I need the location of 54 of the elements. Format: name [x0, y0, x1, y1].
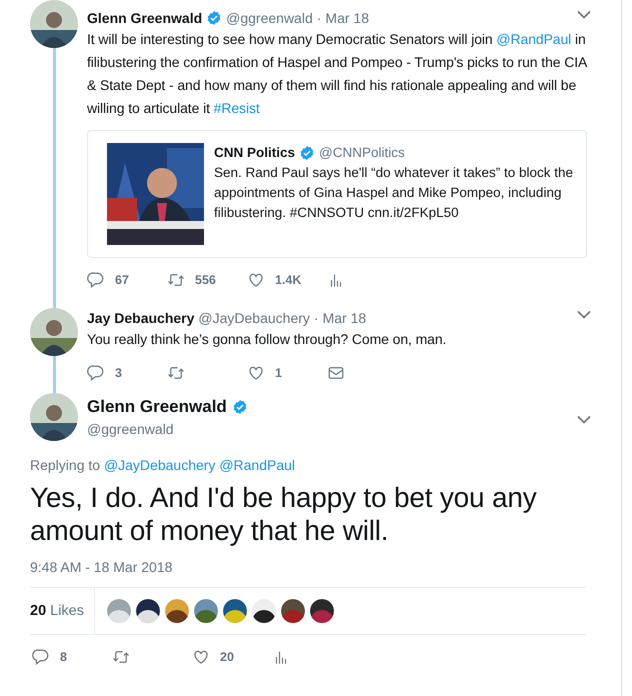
avatar[interactable] — [223, 599, 247, 623]
separator-dot: · — [316, 10, 322, 26]
envelope-icon[interactable] — [327, 364, 345, 382]
author-handle[interactable]: @CNNPolitics — [319, 143, 405, 163]
heart-icon[interactable] — [247, 364, 265, 382]
like-count: 1 — [275, 366, 282, 380]
reply-icon[interactable] — [87, 271, 105, 289]
reply-icon[interactable] — [32, 648, 50, 666]
avatar[interactable] — [30, 308, 78, 356]
heart-icon[interactable] — [247, 271, 265, 289]
author-handle[interactable]: @ggreenwald — [87, 421, 248, 437]
reply-count: 67 — [115, 273, 129, 287]
quoted-tweet-card[interactable]: CNN Politics @CNNPolitics Sen. Rand Paul says he'll “do whatever it takes” to block the appointments of Gina Haspel and Mike Pompeo, including filibustering. #CNNSOTU cnn.it/2FKpL50 — [87, 130, 587, 258]
author-handle[interactable]: @JayDebauchery — [198, 310, 310, 326]
avatar[interactable] — [136, 599, 160, 623]
likes-count[interactable]: 20 Likes — [30, 588, 95, 634]
retweet-count: 556 — [195, 273, 216, 287]
tweet-date[interactable]: Mar 18 — [322, 310, 366, 326]
author-name[interactable]: Jay Debauchery — [87, 310, 194, 326]
avatar[interactable] — [30, 393, 78, 441]
reply-count: 8 — [60, 650, 67, 664]
reply-count: 3 — [115, 366, 122, 380]
link[interactable]: #Resist — [214, 100, 260, 116]
separator-dot: · — [314, 310, 319, 326]
chevron-down-icon[interactable] — [577, 310, 591, 320]
avatar[interactable] — [194, 599, 218, 623]
author-name[interactable]: Glenn Greenwald — [87, 10, 202, 26]
quoted-tweet-text: Sen. Rand Paul says he'll “do whatever it takes” to block the appointments of Gina Haspel and Mike Pompeo, including filibustering. #CNNSOTU cnn.it/2FKpL50 — [214, 164, 574, 222]
retweet-icon[interactable] — [167, 364, 185, 382]
avatar[interactable] — [252, 599, 276, 623]
reply-icon[interactable] — [87, 364, 105, 382]
avatar[interactable] — [30, 0, 78, 48]
retweet-icon[interactable] — [112, 648, 130, 666]
tweet-text: Yes, I do. And I'd be happy to bet you any amount of money that he will. — [30, 481, 538, 547]
author-name[interactable]: Glenn Greenwald — [87, 397, 227, 417]
tweet-timestamp[interactable]: 9:48 AM - 18 Mar 2018 — [30, 559, 621, 575]
like-count: 1.4K — [275, 273, 302, 287]
tweet-date[interactable]: Mar 18 — [325, 10, 369, 26]
retweet-icon[interactable] — [167, 271, 185, 289]
avatar[interactable] — [165, 599, 189, 623]
mention-link[interactable]: @RandPaul — [219, 457, 296, 473]
mention-link[interactable]: @JayDebauchery — [104, 457, 216, 473]
tweet-text: It will be interesting to see how many Democratic Senators will join @RandPaul in filibustering the confirmation of Haspel and Pompeo - Trump's picks to run the CIA & State Dept - and how many of them will find his rationale appealing and will be willing to articulate it #Resist — [87, 30, 587, 118]
author-handle[interactable]: @ggreenwald — [226, 10, 313, 26]
avatar[interactable] — [281, 599, 305, 623]
author-name[interactable]: CNN Politics — [214, 143, 296, 163]
avatar[interactable] — [310, 599, 334, 623]
heart-icon[interactable] — [192, 648, 210, 666]
tweet-text: You really think he’s gonna follow through? Come on, man. — [87, 330, 448, 349]
chevron-down-icon[interactable] — [577, 415, 591, 425]
like-count: 20 — [220, 650, 234, 664]
link[interactable]: @RandPaul — [496, 31, 572, 47]
chevron-down-icon[interactable] — [577, 10, 591, 20]
replying-to-text: Replying to @JayDebauchery @RandPaul — [30, 457, 296, 473]
